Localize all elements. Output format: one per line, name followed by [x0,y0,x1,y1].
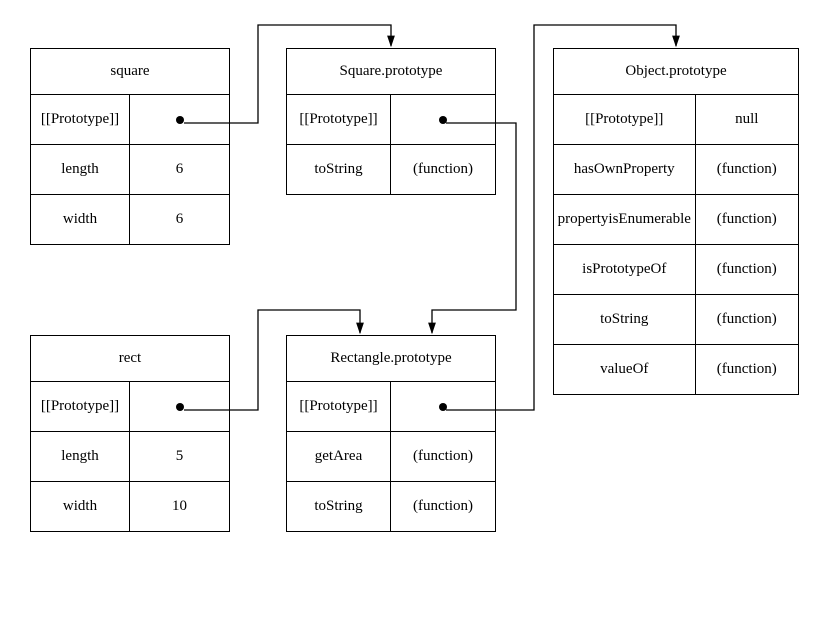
prop-key: toString [554,295,696,344]
node-square: square [[Prototype]] length 6 width 6 [30,48,230,245]
node-object-prototype: Object.prototype [[Prototype]] null hasO… [553,48,799,395]
prototype-pointer [391,382,495,431]
prop-value: (function) [696,245,798,294]
prop-key: [[Prototype]] [287,95,391,144]
prop-value: 6 [130,195,229,244]
prop-key: isPrototypeOf [554,245,696,294]
prop-value: (function) [696,345,798,394]
prop-value: (function) [391,145,495,194]
prop-key: [[Prototype]] [31,382,130,431]
prop-value: 5 [130,432,229,481]
prop-key: valueOf [554,345,696,394]
prop-key: length [31,145,130,194]
prop-key: toString [287,145,391,194]
prop-value: (function) [391,482,495,531]
prop-value: (function) [696,295,798,344]
prop-key: hasOwnProperty [554,145,696,194]
dot-icon [439,403,447,411]
dot-icon [176,116,184,124]
prop-key: width [31,482,130,531]
prototype-pointer [130,382,229,431]
dot-icon [176,403,184,411]
node-title: Square.prototype [287,49,495,95]
node-square-prototype: Square.prototype [[Prototype]] toString … [286,48,496,195]
node-title: rect [31,336,229,382]
prop-key: [[Prototype]] [554,95,696,144]
prototype-pointer [391,95,495,144]
prop-value: (function) [391,432,495,481]
prop-value: (function) [696,145,798,194]
prop-value: 10 [130,482,229,531]
prop-key: [[Prototype]] [287,382,391,431]
prop-key: length [31,432,130,481]
prop-key: getArea [287,432,391,481]
prop-key: [[Prototype]] [31,95,130,144]
node-title: Rectangle.prototype [287,336,495,382]
prototype-pointer [130,95,229,144]
node-title: square [31,49,229,95]
prop-key: toString [287,482,391,531]
prop-key: propertyisEnumerable [554,195,696,244]
dot-icon [439,116,447,124]
prop-key: width [31,195,130,244]
prop-value: (function) [696,195,798,244]
node-rect: rect [[Prototype]] length 5 width 10 [30,335,230,532]
prop-value: null [696,95,798,144]
node-title: Object.prototype [554,49,798,95]
prop-value: 6 [130,145,229,194]
node-rectangle-prototype: Rectangle.prototype [[Prototype]] getAre… [286,335,496,532]
